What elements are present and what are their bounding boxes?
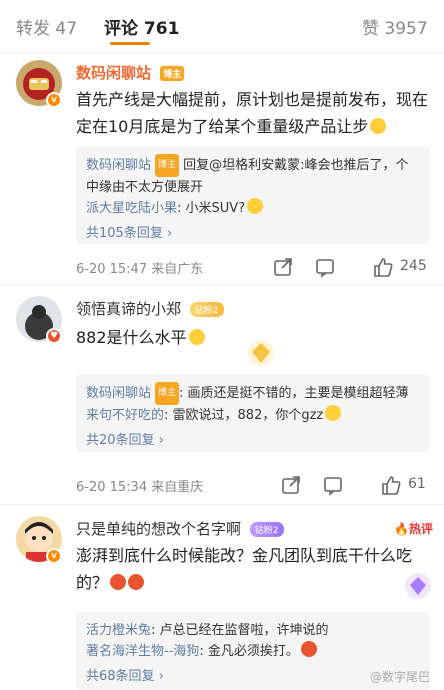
smile-emoji-icon — [325, 405, 342, 421]
more-replies-link[interactable]: 共20条回复 › — [86, 430, 420, 451]
comment-icon[interactable] — [322, 474, 344, 496]
comment-text-line: 882是什么水平 — [76, 328, 187, 347]
tab-reposts[interactable]: 转发 47 — [16, 14, 77, 39]
reply-item[interactable]: 数码闲聊站 博主: 画质还是挺不错的，主要是模组超轻薄 — [86, 382, 420, 405]
badge-icon: 博主 — [155, 382, 180, 405]
comment-text-line: 澎湃到底什么时候能改？金凡团队到底干什么吃 — [76, 546, 413, 565]
more-replies-link[interactable]: 共105条回复 › — [86, 223, 420, 244]
reply-username[interactable]: 派大星吃陆小果 — [86, 201, 177, 216]
comment-text-line: 的？ — [76, 573, 109, 592]
divider — [0, 52, 444, 53]
comment-text: 首先产线是大幅提前，原计划也是提前发布，现在 定在10月底是为了给某个重量级产品… — [76, 86, 430, 140]
share-icon[interactable] — [272, 256, 294, 278]
tab-comments[interactable]: 评论 761 — [104, 14, 179, 39]
comment-username[interactable]: 数码闲聊站 博主 — [76, 62, 185, 83]
comment-tabs: 转发 47 评论 761 赞 3957 — [0, 0, 444, 52]
like-count: 61 — [408, 476, 426, 492]
spider-emoji-icon — [128, 574, 145, 590]
reply-username[interactable]: 来句不好吃的 — [86, 408, 164, 423]
cat-emoji-icon — [188, 329, 205, 345]
comment-actions: 61 — [280, 474, 430, 496]
comment-icon[interactable] — [314, 256, 336, 278]
reply-username[interactable]: 数码闲聊站 — [86, 386, 151, 401]
fan-badge: 钻粉2 — [189, 302, 224, 317]
like-icon[interactable] — [372, 256, 394, 278]
like-count: 245 — [400, 258, 427, 274]
angry-emoji-icon — [110, 574, 127, 590]
comment-meta: 6-20 15:34 来自重庆 — [76, 480, 204, 495]
comment-text-line: 首先产线是大幅提前，原计划也是提前发布，现在 — [76, 90, 429, 109]
username-text[interactable]: 只是单纯的想改个名字啊 — [76, 520, 241, 538]
divider — [0, 504, 444, 505]
reply-username[interactable]: 数码闲聊站 — [86, 158, 151, 173]
badge-icon: 博主 — [160, 66, 185, 81]
divider — [0, 284, 444, 285]
reply-item[interactable]: 数码闲聊站 博主 回复@坦格利安戴蒙:峰会也推后了，个中缘由不太方便展开 — [86, 154, 420, 198]
hot-comment-label: 热评 — [408, 522, 433, 536]
verified-icon: v — [46, 548, 62, 564]
reply-box[interactable]: 数码闲聊站 博主 回复@坦格利安戴蒙:峰会也推后了，个中缘由不太方便展开 派大星吃… — [76, 146, 430, 244]
watermark: @数字尾巴 — [369, 670, 430, 684]
smile-emoji-icon — [370, 118, 387, 134]
verified-icon: v — [46, 92, 62, 108]
hot-comment-tag: 🔥热评 — [394, 520, 433, 537]
reply-text: : 雷欧说过，882，你个gzz — [164, 408, 324, 423]
cat-emoji-icon — [247, 198, 264, 214]
comment-meta: 6-20 15:47 来自广东 — [76, 262, 204, 277]
angry-emoji-icon — [300, 641, 317, 657]
share-icon[interactable] — [280, 474, 302, 496]
reply-box[interactable]: 数码闲聊站 博主: 画质还是挺不错的，主要是模组超轻薄 来句不好吃的: 雷欧说过，… — [76, 374, 430, 452]
comment-username[interactable]: 领悟真谛的小郑 钻粉2 — [76, 298, 224, 319]
tab-active-indicator — [110, 42, 150, 45]
reply-item[interactable]: 活力橙米兔: 卢总已经在监督啦，许坤说的 — [86, 620, 420, 641]
reply-username[interactable]: 著名海洋生物--海狗 — [86, 644, 199, 659]
flame-icon: 🔥 — [394, 522, 409, 536]
tab-likes[interactable]: 赞 3957 — [362, 14, 428, 39]
like-icon[interactable] — [380, 474, 402, 496]
username-text[interactable]: 数码闲聊站 — [76, 64, 151, 82]
reply-item[interactable]: 著名海洋生物--海狗: 金凡必须挨打。 — [86, 641, 420, 662]
reply-text: : 小米SUV? — [177, 201, 246, 216]
fan-badge: 钻粉2 — [249, 522, 284, 537]
username-text[interactable]: 领悟真谛的小郑 — [76, 300, 181, 318]
reply-item[interactable]: 来句不好吃的: 雷欧说过，882，你个gzz — [86, 405, 420, 426]
diamond-gift-icon[interactable] — [404, 572, 432, 600]
member-icon: ♥ — [46, 328, 62, 344]
reply-text: : 金凡必须挨打。 — [199, 644, 299, 659]
comment-text: 澎湃到底什么时候能改？金凡团队到底干什么吃 的？ — [76, 542, 430, 596]
reply-text: : 画质还是挺不错的，主要是模组超轻薄 — [179, 386, 409, 401]
reply-username[interactable]: 活力橙米兔 — [86, 623, 151, 638]
like-burst-icon — [248, 340, 274, 366]
reply-text: : 卢总已经在监督啦，许坤说的 — [151, 623, 329, 638]
badge-icon: 博主 — [155, 154, 180, 177]
comment-username[interactable]: 只是单纯的想改个名字啊 钻粉2 — [76, 518, 284, 539]
reply-item[interactable]: 派大星吃陆小果: 小米SUV? — [86, 198, 420, 219]
comment-actions: 245 — [272, 256, 430, 278]
comment-text-line: 定在10月底是为了给某个重量级产品让步 — [76, 117, 369, 136]
